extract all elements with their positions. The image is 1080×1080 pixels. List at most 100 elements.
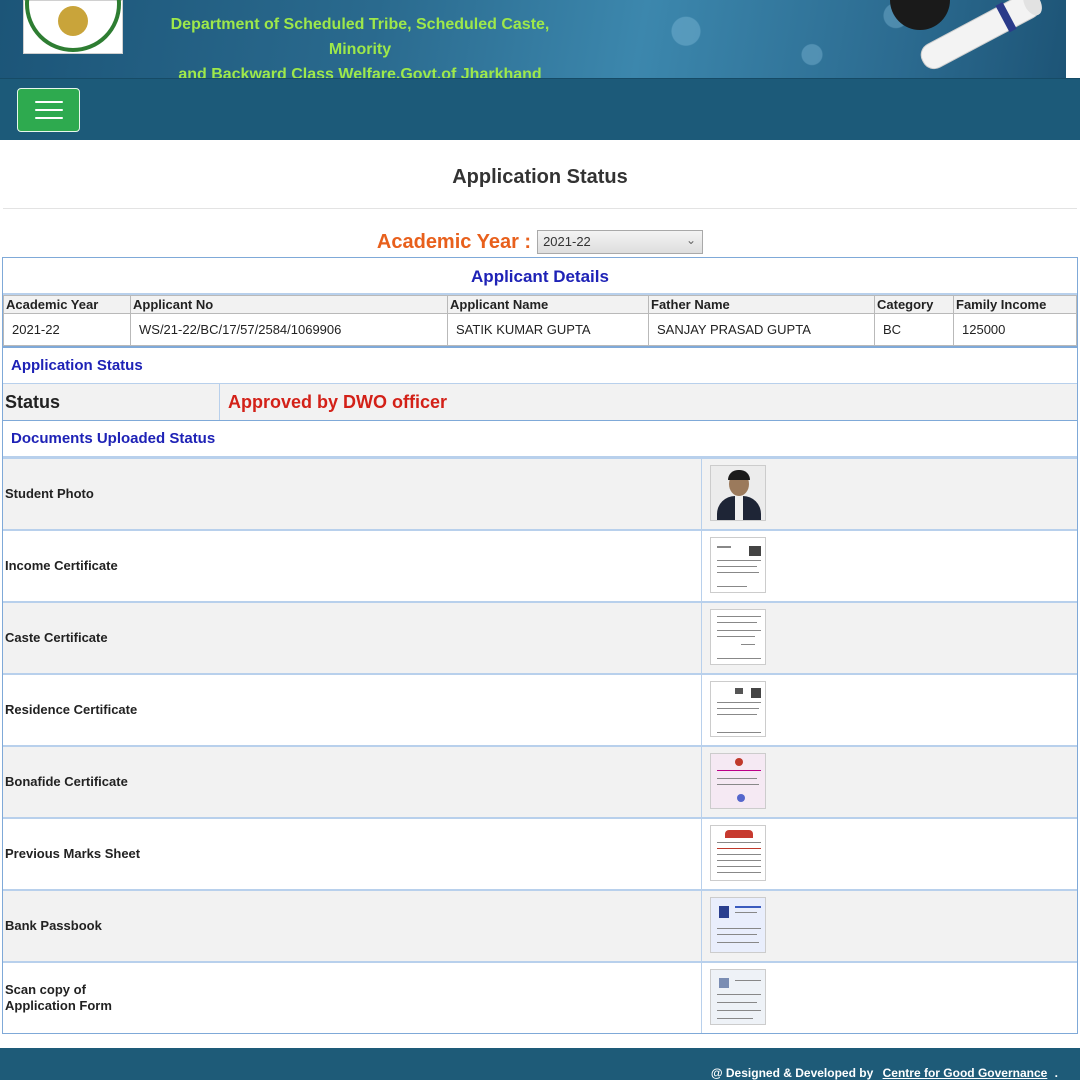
thumb-line <box>717 546 731 548</box>
stamp-icon <box>737 794 745 802</box>
document-label: Student Photo <box>3 459 702 529</box>
list-item: Caste Certificate <box>3 601 1077 673</box>
qr-code-icon <box>751 688 761 698</box>
document-label: Bank Passbook <box>3 891 702 961</box>
income-certificate-thumbnail[interactable] <box>710 537 766 593</box>
documents-panel: Documents Uploaded Status Student Photo … <box>2 420 1078 1034</box>
title-divider <box>3 208 1077 209</box>
list-item: Scan copy of Application Form <box>3 961 1077 1033</box>
thumb-line <box>717 622 757 623</box>
table-header-row: Academic Year Applicant No Applicant Nam… <box>3 295 1077 314</box>
academic-year-row: Academic Year : 2021-22 ⌄ <box>0 228 1080 256</box>
document-label: Residence Certificate <box>3 675 702 745</box>
residence-certificate-thumbnail[interactable] <box>710 681 766 737</box>
hamburger-menu-button[interactable] <box>17 88 80 132</box>
thumb-line <box>717 866 761 867</box>
student-photo-thumbnail[interactable] <box>710 465 766 521</box>
thumb-line <box>717 732 761 733</box>
applicant-details-heading: Applicant Details <box>3 258 1077 295</box>
thumb-line <box>717 778 757 779</box>
thumb-line <box>717 636 755 637</box>
list-item: Bank Passbook <box>3 889 1077 961</box>
column-header: Category <box>874 295 954 314</box>
cgg-link[interactable]: Centre for Good Governance <box>883 1066 1048 1080</box>
thumb-line <box>717 942 759 943</box>
form-photo-icon <box>719 978 729 988</box>
application-status-heading: Application Status <box>3 348 1077 384</box>
bank-passbook-thumbnail[interactable] <box>710 897 766 953</box>
thumb-line <box>717 770 761 771</box>
thumb-line <box>735 980 761 981</box>
column-header: Father Name <box>648 295 875 314</box>
caste-certificate-thumbnail[interactable] <box>710 609 766 665</box>
documents-heading: Documents Uploaded Status <box>3 421 1077 457</box>
academic-year-selected-value: 2021-22 <box>543 234 591 249</box>
department-name: Department of Scheduled Tribe, Scheduled… <box>140 12 580 87</box>
document-thumbnail-cell <box>702 603 1077 673</box>
thumb-line <box>735 912 757 913</box>
list-item: Previous Marks Sheet <box>3 817 1077 889</box>
cell-applicant-no: WS/21-22/BC/17/57/2584/1069906 <box>130 313 448 346</box>
document-label: Caste Certificate <box>3 603 702 673</box>
qr-code-icon <box>749 546 761 556</box>
thumb-line <box>717 994 761 995</box>
thumb-line <box>717 708 759 709</box>
list-item: Bonafide Certificate <box>3 745 1077 817</box>
cell-academic-year: 2021-22 <box>3 313 131 346</box>
header-banner: Department of Scheduled Tribe, Scheduled… <box>0 0 1080 83</box>
thumb-line <box>717 1002 757 1003</box>
application-form-thumbnail[interactable] <box>710 969 766 1025</box>
emblem-core <box>58 6 88 36</box>
thumb-line <box>717 566 757 567</box>
thumb-line <box>717 842 761 843</box>
document-thumbnail-cell <box>702 819 1077 889</box>
thumb-line <box>717 572 759 573</box>
page-title: Application Status <box>452 166 628 188</box>
list-item: Student Photo <box>3 457 1077 529</box>
marks-sheet-thumbnail[interactable] <box>710 825 766 881</box>
academic-year-label: Academic Year : <box>376 230 532 253</box>
thumb-line <box>717 658 761 659</box>
table-row: 2021-22 WS/21-22/BC/17/57/2584/1069906 S… <box>3 313 1077 346</box>
academic-year-select[interactable]: 2021-22 ⌄ <box>537 230 704 254</box>
thumb-line <box>717 934 757 935</box>
thumb-line <box>717 616 761 617</box>
jharkhand-emblem-icon[interactable] <box>23 0 123 54</box>
crest-icon <box>735 758 743 766</box>
thumb-line <box>717 928 761 929</box>
thumb-line <box>717 560 761 561</box>
footer: @ Designed & Developed by Centre for Goo… <box>0 1048 1080 1080</box>
document-label: Income Certificate <box>3 531 702 601</box>
footer-suffix: . <box>1054 1066 1058 1080</box>
thumb-line <box>717 586 747 587</box>
cell-category: BC <box>874 313 954 346</box>
column-header: Family Income <box>953 295 1077 314</box>
footer-credit: @ Designed & Developed by Centre for Goo… <box>711 1066 1058 1080</box>
status-value: Approved by DWO officer <box>228 392 448 412</box>
cell-family-income: 125000 <box>953 313 1077 346</box>
thumb-line <box>717 854 761 855</box>
marks-sheet-header <box>725 830 753 838</box>
thumb-line <box>717 848 761 849</box>
document-thumbnail-cell <box>702 531 1077 601</box>
cell-father-name: SANJAY PRASAD GUPTA <box>648 313 875 346</box>
diploma-scroll-icon <box>920 0 1042 70</box>
photo-shirt <box>735 496 743 520</box>
thumb-line <box>717 784 759 785</box>
column-header: Applicant No <box>130 295 448 314</box>
document-label: Bonafide Certificate <box>3 747 702 817</box>
document-thumbnail-cell <box>702 891 1077 961</box>
chevron-down-icon: ⌄ <box>686 233 697 247</box>
thumb-line <box>717 714 757 715</box>
list-item: Residence Certificate <box>3 673 1077 745</box>
bonafide-certificate-thumbnail[interactable] <box>710 753 766 809</box>
thumb-line <box>717 702 761 703</box>
thumb-line <box>717 1010 761 1011</box>
thumb-line <box>717 872 761 873</box>
footer-prefix: @ Designed & Developed by <box>710 1066 874 1080</box>
passbook-photo-icon <box>719 906 729 918</box>
documents-list: Student Photo Income Certificate Caste C… <box>3 457 1077 1033</box>
status-label: Status <box>3 384 220 420</box>
list-item: Income Certificate <box>3 529 1077 601</box>
thumb-line <box>717 860 761 861</box>
